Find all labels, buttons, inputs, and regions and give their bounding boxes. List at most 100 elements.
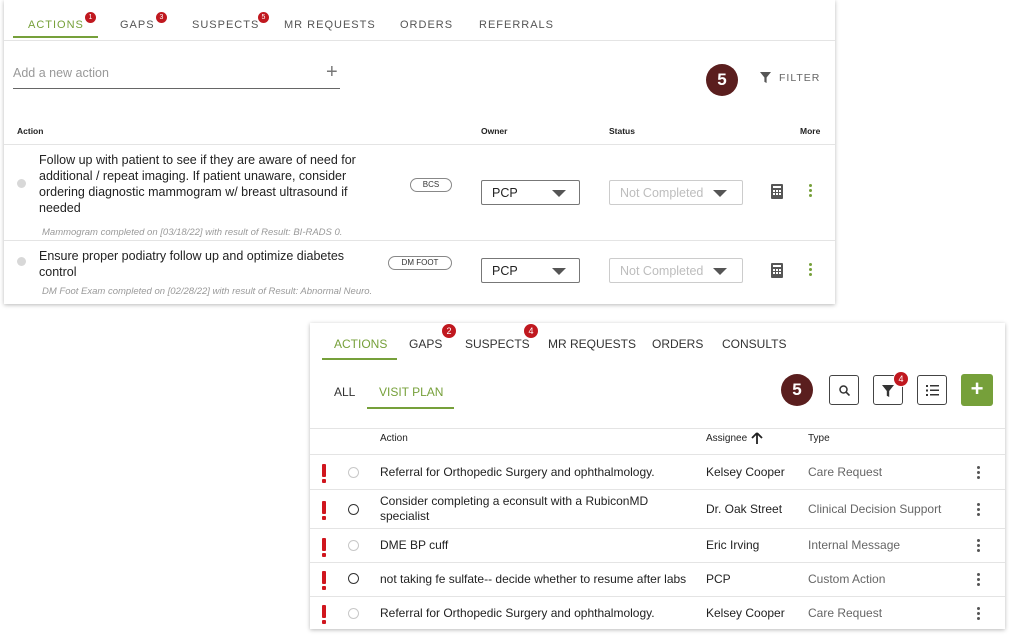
action-subtext: Mammogram completed on [03/18/22] with r…	[42, 227, 343, 238]
add-action-input[interactable]: Add a new action	[13, 66, 109, 80]
row-type: Internal Message	[808, 538, 901, 552]
col-action-header: Action	[17, 126, 44, 136]
owner-value: PCP	[492, 186, 518, 200]
tab-active-indicator	[322, 358, 397, 360]
filter-icon	[882, 385, 894, 397]
tab-mr-requests[interactable]: MR REQUESTS	[284, 19, 376, 31]
row-status-dot	[17, 179, 26, 188]
complete-radio[interactable]	[348, 573, 359, 584]
col-owner-header: Owner	[481, 126, 508, 136]
row-divider	[4, 240, 835, 241]
tab-orders[interactable]: ORDERS	[652, 337, 703, 351]
row-type: Clinical Decision Support	[808, 502, 942, 516]
measure-tag: DM FOOT	[388, 256, 452, 270]
row-type: Care Request	[808, 465, 883, 479]
table-row[interactable]: Consider completing a econsult with a Ru…	[310, 489, 1005, 528]
tab-gaps[interactable]: GAPS	[409, 337, 442, 351]
more-menu-icon[interactable]	[809, 184, 813, 199]
row-assignee: Eric Irving	[706, 538, 760, 552]
priority-alert-icon	[322, 605, 326, 624]
row-action: Consider completing a econsult with a Ru…	[380, 494, 649, 523]
table-row[interactable]: not taking fe sulfate-- decide whether t…	[310, 562, 1005, 596]
tab-actions[interactable]: ACTIONS	[334, 337, 387, 351]
row-action: DME BP cuff	[380, 538, 449, 552]
col-action-header: Action	[380, 433, 408, 444]
row-more-icon[interactable]	[977, 503, 980, 518]
owner-select[interactable]: PCP	[481, 258, 580, 283]
row-assignee: PCP	[706, 572, 731, 586]
filter-icon[interactable]	[760, 72, 771, 83]
chevron-down-icon	[713, 268, 727, 275]
tab-orders[interactable]: ORDERS	[400, 19, 453, 31]
add-action-button[interactable]: +	[961, 374, 993, 406]
tab-gaps[interactable]: GAPS	[120, 19, 155, 31]
tab-actions-badge: 1	[84, 11, 97, 24]
calculator-icon[interactable]	[771, 263, 783, 278]
col-type-header: Type	[808, 433, 830, 444]
tab-gaps-badge: 2	[441, 323, 457, 339]
row-action: Referral for Orthopedic Surgery and opht…	[380, 465, 655, 479]
calculator-icon[interactable]	[771, 184, 783, 199]
row-more-icon[interactable]	[977, 539, 980, 554]
chevron-down-icon	[552, 268, 566, 275]
row-assignee: Kelsey Cooper	[706, 606, 785, 620]
status-select[interactable]: Not Completed	[609, 180, 743, 205]
step-callout: 5	[781, 374, 813, 406]
search-icon	[839, 385, 850, 396]
row-status-dot	[17, 257, 26, 266]
col-more-header: More	[800, 126, 821, 136]
subtab-all[interactable]: ALL	[334, 385, 355, 399]
row-type: Custom Action	[808, 572, 886, 586]
tab-suspects[interactable]: SUSPECTS	[192, 19, 259, 31]
filter-badge: 4	[893, 371, 909, 387]
owner-select[interactable]: PCP	[481, 180, 580, 205]
tab-referrals[interactable]: REFERRALS	[479, 19, 554, 31]
row-more-icon[interactable]	[977, 573, 980, 588]
complete-radio[interactable]	[348, 467, 359, 478]
complete-radio[interactable]	[348, 504, 359, 515]
search-button[interactable]	[829, 375, 859, 405]
add-action-underline	[13, 88, 340, 89]
action-text: Follow up with patient to see if they ar…	[39, 153, 356, 215]
header-top-divider	[310, 428, 1005, 429]
action-panel-old: ACTIONS 1 GAPS 3 SUSPECTS 5 MR REQUESTS …	[4, 0, 835, 304]
table-row[interactable]: Referral for Orthopedic Surgery and opht…	[310, 596, 1005, 629]
action-subtext: DM Foot Exam completed on [02/28/22] wit…	[42, 286, 373, 297]
action-panel-new: ACTIONS GAPS 2 SUSPECTS 4 MR REQUESTS OR…	[310, 323, 1005, 629]
status-value: Not Completed	[620, 186, 704, 200]
row-more-icon[interactable]	[977, 607, 980, 622]
row-action: Referral for Orthopedic Surgery and opht…	[380, 606, 655, 620]
action-text: Ensure proper podiatry follow up and opt…	[39, 249, 345, 279]
table-row[interactable]: DME BP cuff Eric Irving Internal Message	[310, 528, 1005, 562]
priority-alert-icon	[322, 464, 326, 483]
owner-value: PCP	[492, 264, 518, 278]
tabs-divider	[4, 40, 835, 41]
row-action: not taking fe sulfate-- decide whether t…	[380, 572, 687, 586]
tab-suspects[interactable]: SUSPECTS	[465, 337, 530, 351]
row-more-icon[interactable]	[977, 466, 980, 481]
list-view-button[interactable]	[917, 375, 947, 405]
chevron-down-icon	[552, 190, 566, 197]
filter-button[interactable]: FILTER	[779, 72, 820, 84]
status-select[interactable]: Not Completed	[609, 258, 743, 283]
tab-actions[interactable]: ACTIONS	[28, 19, 84, 31]
tab-mr-requests[interactable]: MR REQUESTS	[548, 337, 636, 351]
table-row[interactable]: Referral for Orthopedic Surgery and opht…	[310, 454, 1005, 489]
priority-alert-icon	[322, 538, 326, 557]
col-assignee-header[interactable]: Assignee	[706, 433, 747, 444]
complete-radio[interactable]	[348, 540, 359, 551]
header-divider	[4, 144, 835, 145]
row-type: Care Request	[808, 606, 883, 620]
priority-alert-icon	[322, 571, 326, 590]
row-assignee: Dr. Oak Street	[706, 502, 783, 516]
chevron-down-icon	[713, 190, 727, 197]
complete-radio[interactable]	[348, 608, 359, 619]
subtab-visit-plan[interactable]: VISIT PLAN	[379, 385, 443, 399]
col-status-header: Status	[609, 126, 635, 136]
sort-ascending-icon[interactable]	[751, 432, 763, 444]
tab-active-indicator	[13, 36, 98, 38]
more-menu-icon[interactable]	[809, 263, 813, 278]
measure-tag: BCS	[410, 178, 452, 192]
tab-consults[interactable]: CONSULTS	[722, 337, 786, 351]
add-action-plus-icon[interactable]: +	[326, 62, 338, 82]
